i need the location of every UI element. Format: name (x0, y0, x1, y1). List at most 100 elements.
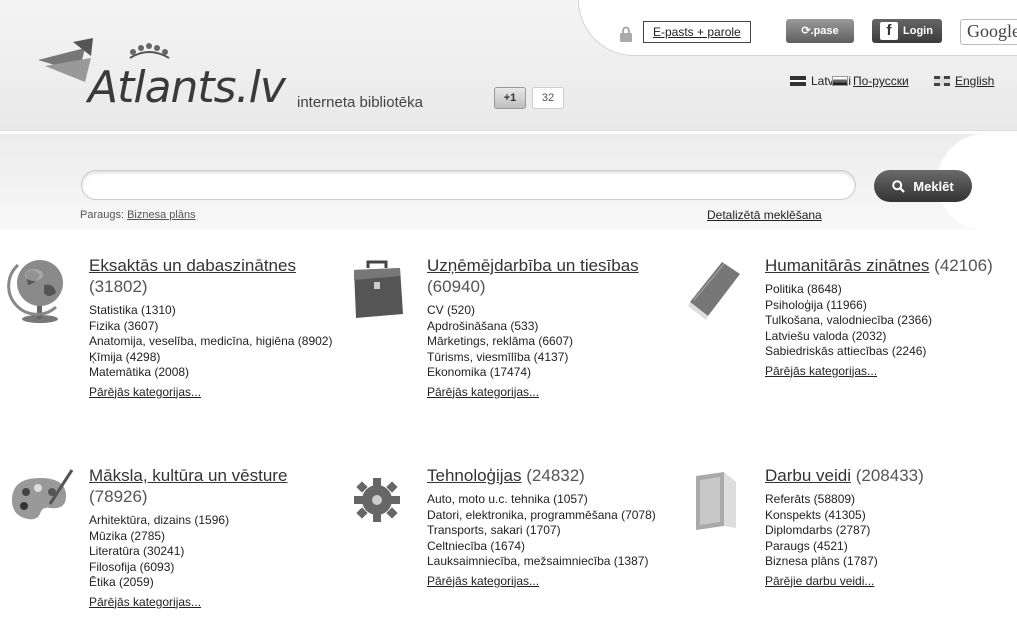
subcategory-list: Auto, moto u.c. tehnika (1057) Datori, e… (427, 492, 662, 570)
category-count: (60940) (427, 277, 486, 296)
subcategory-item[interactable]: Tūrisms, viesmīlība (4137) (427, 350, 682, 366)
google-plus-one-button[interactable]: +1 (494, 87, 526, 109)
google-login-button[interactable]: Google (960, 19, 1017, 45)
search-icon (892, 179, 906, 193)
subcategory-item[interactable]: Diplomdarbs (2787) (765, 523, 1010, 539)
subcategory-item[interactable]: Datori, elektronika, programmēšana (7078… (427, 508, 662, 524)
gear-icon (354, 478, 400, 522)
subcategory-list: CV (520) Apdrošināšana (533) Mārketings,… (427, 303, 682, 381)
email-password-login-link[interactable]: E-pasts + parole (643, 21, 751, 43)
search-input[interactable] (81, 170, 856, 200)
book-icon (688, 262, 740, 320)
more-work-types-link[interactable]: Pārējie darbu veidi... (765, 574, 874, 588)
category-title-link[interactable]: Uzņēmējdarbība un tiesības (427, 256, 639, 275)
subcategory-item[interactable]: Apdrošināšana (533) (427, 319, 682, 335)
subcategory-item[interactable]: Psiholoģija (11966) (765, 298, 1010, 314)
subcategory-item[interactable]: Mārketings, reklāma (6607) (427, 334, 682, 350)
subcategory-item[interactable]: Mūzika (2785) (89, 529, 344, 545)
globe-icon (7, 260, 63, 323)
facebook-login-label: Login (903, 25, 933, 37)
category-title-link[interactable]: Humanitārās zinātnes (765, 256, 929, 275)
subcategory-item[interactable]: Filosofija (6093) (89, 560, 344, 576)
palette-icon (12, 469, 74, 520)
subcategory-item[interactable]: Politika (8648) (765, 282, 1010, 298)
search-button-label: Meklēt (913, 178, 954, 194)
language-english[interactable]: English (934, 74, 994, 88)
uk-flag-icon (934, 76, 950, 86)
subcategory-item[interactable]: Tulkošana, valodniecība (2366) (765, 313, 1010, 329)
category-count: (42106) (934, 256, 993, 275)
facebook-login-button[interactable]: f Login (872, 19, 942, 43)
site-logo[interactable]: Atlants.lv (88, 62, 286, 113)
more-categories-link[interactable]: Pārējās kategorijas... (765, 364, 877, 378)
subcategory-item[interactable]: Celtniecība (1674) (427, 539, 662, 555)
more-categories-link[interactable]: Pārējās kategorijas... (427, 385, 539, 399)
briefcase-icon (354, 260, 403, 318)
pase-icon: ⟳ (801, 25, 811, 37)
more-categories-link[interactable]: Pārējās kategorijas... (89, 385, 201, 399)
google-plus-count: 32 (532, 87, 564, 109)
category-work-types: Darbu veidi (208433) Referāts (58809) Ko… (765, 465, 1010, 590)
pase-label: .pase (810, 25, 839, 37)
folder-icon (696, 472, 736, 530)
latvia-flag-icon (790, 76, 806, 86)
category-count: (208433) (855, 466, 924, 485)
category-humanities: Humanitārās zinātnes (42106) Politika (8… (765, 255, 1010, 380)
subcategory-item[interactable]: Referāts (58809) (765, 492, 1010, 508)
category-arts-culture-history: Māksla, kultūra un vēsture (78926) Arhit… (89, 465, 344, 611)
lock-icon (620, 26, 632, 42)
category-title-link[interactable]: Tehnoloģijas (427, 466, 522, 485)
category-title: Eksaktās un dabaszinātnes (31802) (89, 255, 344, 297)
more-categories-link[interactable]: Pārējās kategorijas... (427, 574, 539, 588)
language-link[interactable]: English (955, 74, 994, 88)
subcategory-list: Politika (8648) Psiholoģija (11966) Tulk… (765, 282, 1010, 360)
category-title-link[interactable]: Māksla, kultūra un vēsture (89, 466, 287, 485)
language-russian[interactable]: По-русски (832, 74, 909, 88)
subcategory-item[interactable]: Anatomija, veselība, medicīna, higiēna (… (89, 334, 344, 350)
category-title-link[interactable]: Eksaktās un dabaszinātnes (89, 256, 296, 275)
subcategory-item[interactable]: Sabiedriskās attiecības (2246) (765, 344, 1010, 360)
subcategory-item[interactable]: CV (520) (427, 303, 682, 319)
subcategory-list: Referāts (58809) Konspekts (41305) Diplo… (765, 492, 1010, 570)
search-example-link[interactable]: Biznesa plāns (127, 209, 196, 221)
pase-login-button[interactable]: ⟳.pase (786, 19, 854, 43)
category-title-link[interactable]: Darbu veidi (765, 466, 851, 485)
category-title: Tehnoloģijas (24832) (427, 465, 662, 486)
category-business-law: Uzņēmējdarbība un tiesības (60940) CV (5… (427, 255, 682, 401)
subcategory-item[interactable]: Auto, moto u.c. tehnika (1057) (427, 492, 662, 508)
search-button[interactable]: Meklēt (874, 170, 972, 202)
subcategory-item[interactable]: Lauksaimniecība, mežsaimniecība (1387) (427, 554, 662, 570)
search-example: Paraugs: Biznesa plāns (80, 209, 196, 221)
subcategory-item[interactable]: Latviešu valoda (2032) (765, 329, 1010, 345)
category-exact-sciences: Eksaktās un dabaszinātnes (31802) Statis… (89, 255, 344, 401)
subcategory-item[interactable]: Arhitektūra, dizains (1596) (89, 513, 344, 529)
subcategory-list: Arhitektūra, dizains (1596) Mūzika (2785… (89, 513, 344, 591)
category-count: (31802) (89, 277, 148, 296)
subcategory-item[interactable]: Matemātika (2008) (89, 365, 344, 381)
subcategory-item[interactable]: Transports, sakari (1707) (427, 523, 662, 539)
subcategory-item[interactable]: Literatūra (30241) (89, 544, 344, 560)
subcategory-item[interactable]: Ētika (2059) (89, 575, 344, 591)
subcategory-item[interactable]: Ekonomika (17474) (427, 365, 682, 381)
subcategory-item[interactable]: Fizika (3607) (89, 319, 344, 335)
more-categories-link[interactable]: Pārējās kategorijas... (89, 595, 201, 609)
category-title: Darbu veidi (208433) (765, 465, 1010, 486)
category-title: Humanitārās zinātnes (42106) (765, 255, 1010, 276)
facebook-icon: f (880, 22, 898, 40)
category-count: (78926) (89, 487, 148, 506)
subcategory-list: Statistika (1310) Fizika (3607) Anatomij… (89, 303, 344, 381)
subcategory-item[interactable]: Statistika (1310) (89, 303, 344, 319)
category-technologies: Tehnoloģijas (24832) Auto, moto u.c. teh… (427, 465, 662, 590)
language-link[interactable]: По-русски (853, 74, 909, 88)
subcategory-item[interactable]: Biznesa plāns (1787) (765, 554, 1010, 570)
category-title: Māksla, kultūra un vēsture (78926) (89, 465, 344, 507)
advanced-search-link[interactable]: Detalizētā meklēšana (707, 208, 822, 222)
subcategory-item[interactable]: Ķīmija (4298) (89, 350, 344, 366)
subcategory-item[interactable]: Paraugs (4521) (765, 539, 1010, 555)
google-label: Google (967, 21, 1017, 41)
site-tagline: interneta bibliotēka (297, 94, 423, 111)
search-example-prefix: Paraugs: (80, 209, 125, 221)
category-count: (24832) (526, 466, 585, 485)
category-title: Uzņēmējdarbība un tiesības (60940) (427, 255, 682, 297)
subcategory-item[interactable]: Konspekts (41305) (765, 508, 1010, 524)
